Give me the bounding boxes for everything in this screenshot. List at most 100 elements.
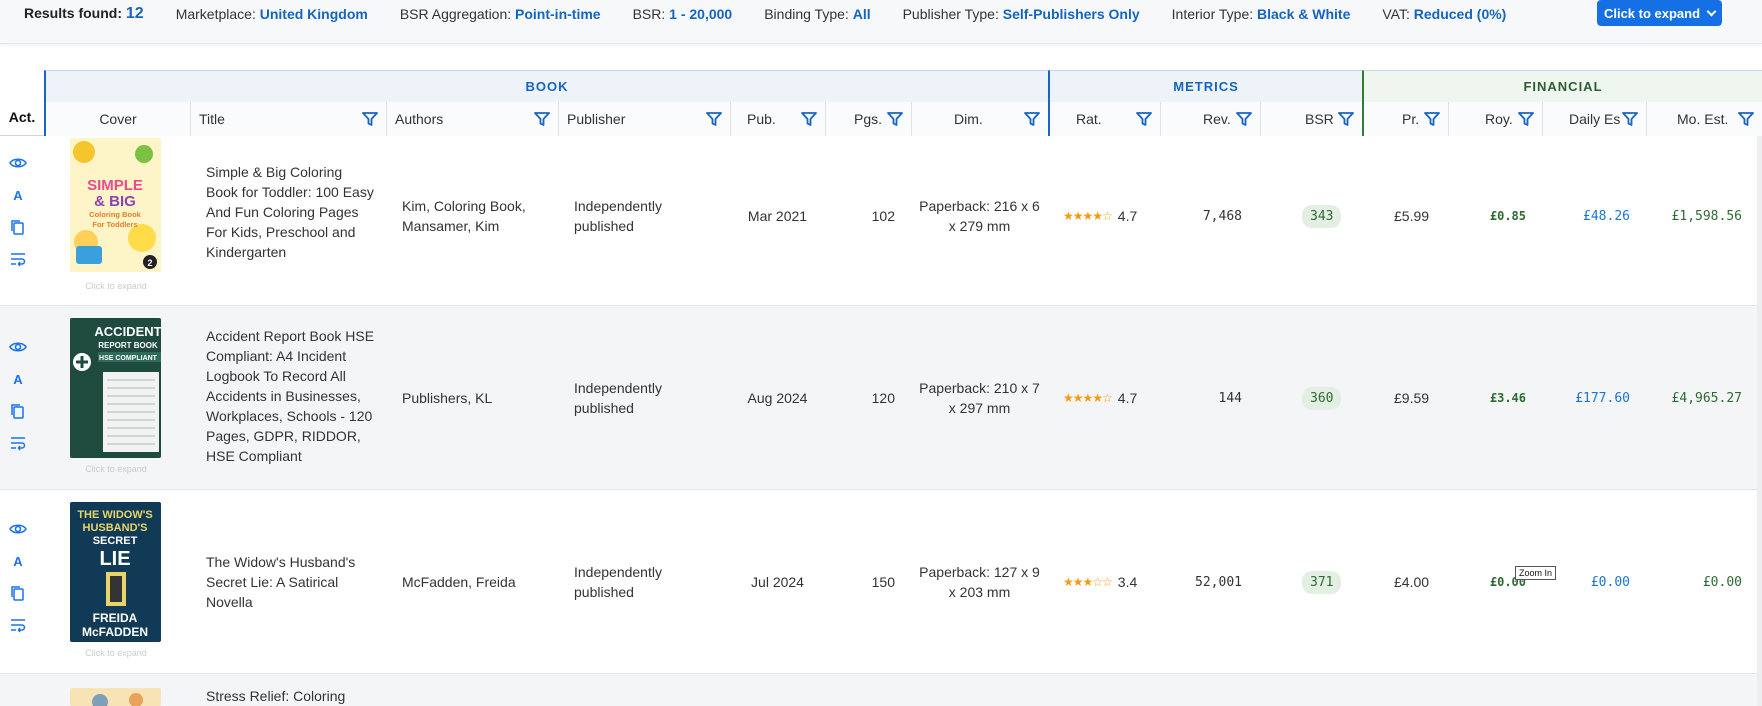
- book-title[interactable]: Accident Report Book HSE Compliant: A4 I…: [206, 316, 376, 476]
- filter-icon[interactable]: [887, 112, 903, 126]
- bsr-value: 343: [1302, 136, 1362, 296]
- table-row[interactable]: A THE WIDOW'S HUSBAND'S SECRET LIE FREID…: [0, 490, 1762, 674]
- filter-icon[interactable]: [1424, 112, 1440, 126]
- monthly-estimate: £1,598.56: [1671, 208, 1742, 224]
- publication-date: Jul 2024: [751, 574, 804, 590]
- column-header-pages[interactable]: Pgs.: [825, 102, 911, 136]
- publisher-type-filter: Publisher Type: Self-Publishers Only: [902, 6, 1140, 22]
- column-header-royalty[interactable]: Roy.: [1448, 102, 1542, 136]
- book-cover-image[interactable]: THE WIDOW'S HUSBAND'S SECRET LIE FREIDA …: [70, 502, 161, 642]
- rating: ★★★☆☆ 3.4: [1063, 574, 1138, 590]
- column-header-authors[interactable]: Authors: [386, 102, 558, 136]
- column-group-row: BOOK METRICS FINANCIAL: [0, 70, 1762, 102]
- bsr-aggregation-filter: BSR Aggregation: Point-in-time: [399, 6, 601, 22]
- column-header-publisher[interactable]: Publisher: [558, 102, 730, 136]
- monthly-estimate: £0.00: [1702, 574, 1742, 590]
- book-authors: Publishers, KL: [402, 390, 493, 406]
- cover-caption[interactable]: Click to expand: [66, 464, 166, 474]
- column-header-title[interactable]: Title: [190, 102, 386, 136]
- interior-type-filter: Interior Type: Black & White: [1171, 6, 1351, 22]
- column-header-bsr[interactable]: BSR: [1260, 102, 1362, 136]
- column-header-rating[interactable]: Rat.: [1048, 102, 1160, 136]
- filter-icon[interactable]: [1622, 112, 1638, 126]
- bsr-value: 371: [1302, 490, 1362, 674]
- svg-text:ACCIDENT: ACCIDENT: [94, 324, 161, 339]
- author-a-icon[interactable]: A: [9, 370, 27, 388]
- table-row[interactable]: A SIMPLE & BIG Coloring Book For Toddler…: [0, 136, 1762, 306]
- filter-summary-bar: Results found: 12 Marketplace: United Ki…: [0, 0, 1762, 44]
- daily-estimate: £177.60: [1575, 390, 1630, 406]
- book-publisher: Independently published: [574, 564, 662, 600]
- eye-icon[interactable]: [9, 338, 27, 356]
- book-authors: Kim, Coloring Book, Mansamer, Kim: [402, 198, 526, 234]
- svg-text:HUSBAND'S: HUSBAND'S: [83, 522, 148, 534]
- svg-text:REPORT BOOK: REPORT BOOK: [98, 341, 158, 350]
- daily-estimate: £0.00: [1590, 574, 1630, 590]
- wrap-text-icon[interactable]: [9, 250, 27, 268]
- svg-text:SECRET: SECRET: [93, 535, 138, 547]
- svg-text:For Toddlers: For Toddlers: [92, 220, 137, 229]
- svg-text:2: 2: [147, 258, 152, 268]
- svg-text:Coloring Book: Coloring Book: [89, 210, 141, 219]
- wrap-text-icon[interactable]: [9, 616, 27, 634]
- column-header-daily-estimate[interactable]: Daily Es: [1542, 102, 1646, 136]
- filter-icon[interactable]: [1738, 112, 1754, 126]
- row-actions: A: [8, 520, 28, 634]
- book-title[interactable]: Simple & Big Coloring Book for Toddler: …: [206, 152, 376, 272]
- svg-text:HSE COMPLIANT: HSE COMPLIANT: [99, 355, 158, 362]
- filter-icon[interactable]: [534, 112, 550, 126]
- svg-text:THE WIDOW'S: THE WIDOW'S: [77, 509, 152, 521]
- cover-caption[interactable]: Click to expand: [66, 648, 166, 658]
- zoom-in-tooltip: Zoom In: [1515, 566, 1557, 580]
- column-header-row: Act. Cover Title Authors Publisher Pub. …: [0, 102, 1762, 136]
- binding-type-filter: Binding Type: All: [764, 6, 871, 22]
- filter-icon[interactable]: [1338, 112, 1354, 126]
- book-title[interactable]: The Widow's Husband's Secret Lie: A Sati…: [206, 490, 376, 674]
- results-count: Results found: 12: [24, 5, 144, 22]
- marketplace-filter: Marketplace: United Kingdom: [175, 6, 368, 22]
- table-row[interactable]: Stress Relief: Coloring: [0, 674, 1762, 706]
- book-cover-image[interactable]: SIMPLE & BIG Coloring Book For Toddlers …: [70, 138, 161, 272]
- column-header-pub-date[interactable]: Pub.: [730, 102, 825, 136]
- column-header-reviews[interactable]: Rev.: [1160, 102, 1260, 136]
- column-header-monthly-estimate[interactable]: Mo. Est.: [1646, 102, 1762, 136]
- star-rating-icons: ★★★☆☆: [1063, 575, 1113, 589]
- group-header-financial: FINANCIAL: [1362, 70, 1762, 102]
- price: £4.00: [1394, 574, 1430, 590]
- royalty: £3.46: [1489, 391, 1526, 405]
- book-authors: McFadden, Freida: [402, 574, 516, 590]
- author-a-icon[interactable]: A: [9, 552, 27, 570]
- filter-icon[interactable]: [1024, 112, 1040, 126]
- vertical-scrollbar[interactable]: [1757, 136, 1762, 706]
- book-title[interactable]: Stress Relief: Coloring: [206, 686, 376, 706]
- column-header-price[interactable]: Pr.: [1362, 102, 1448, 136]
- column-header-dimensions[interactable]: Dim.: [911, 102, 1048, 136]
- book-cover-image[interactable]: ACCIDENT REPORT BOOK HSE COMPLIANT: [70, 318, 161, 458]
- page-count: 120: [871, 390, 895, 406]
- bsr-value: 360: [1302, 306, 1362, 490]
- eye-icon[interactable]: [9, 154, 27, 172]
- group-header-book: BOOK: [44, 70, 1048, 102]
- filter-summary: Results found: 12 Marketplace: United Ki…: [24, 5, 1538, 23]
- rating: ★★★★☆ 4.7: [1063, 390, 1138, 406]
- copy-icon[interactable]: [9, 402, 27, 420]
- filter-icon[interactable]: [1136, 112, 1152, 126]
- price: £5.99: [1394, 208, 1430, 224]
- filter-icon[interactable]: [1236, 112, 1252, 126]
- expand-filters-button[interactable]: Click to expand: [1597, 0, 1722, 26]
- table-row[interactable]: A ACCIDENT REPORT BOOK HSE COMPLIANT Cli…: [0, 306, 1762, 490]
- wrap-text-icon[interactable]: [9, 434, 27, 452]
- row-actions: A: [8, 154, 28, 268]
- copy-icon[interactable]: [9, 584, 27, 602]
- bsr-badge: 371: [1302, 570, 1342, 594]
- author-a-icon[interactable]: A: [9, 186, 27, 204]
- eye-icon[interactable]: [9, 520, 27, 538]
- filter-icon[interactable]: [362, 112, 378, 126]
- book-dimensions: Paperback: 210 x 7 x 297 mm: [919, 380, 1040, 416]
- filter-icon[interactable]: [1518, 112, 1534, 126]
- filter-icon[interactable]: [801, 112, 817, 126]
- book-cover-image[interactable]: [70, 688, 161, 706]
- copy-icon[interactable]: [9, 218, 27, 236]
- filter-icon[interactable]: [706, 112, 722, 126]
- cover-caption[interactable]: Click to expand: [66, 281, 166, 291]
